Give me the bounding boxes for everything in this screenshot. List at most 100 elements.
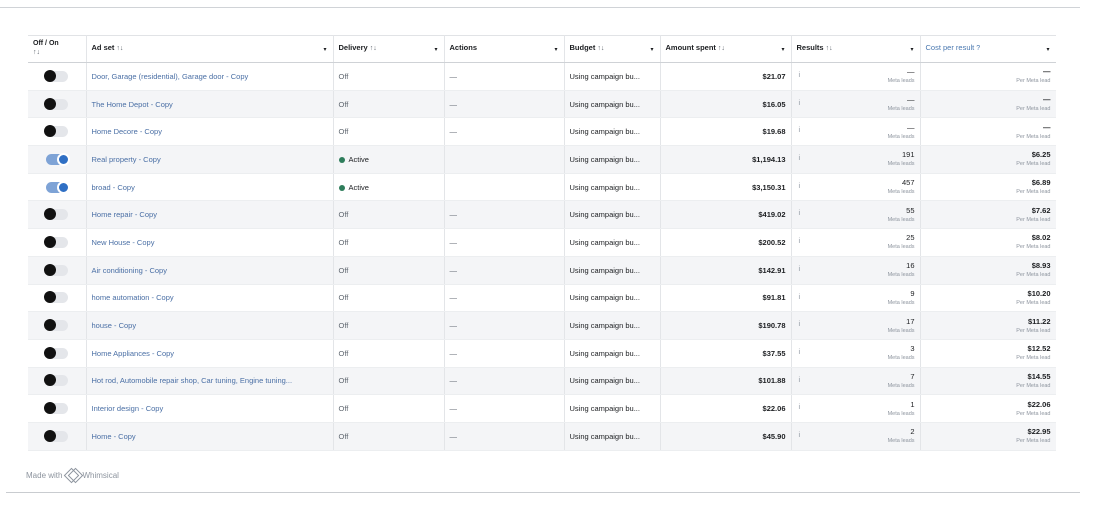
column-header-delivery[interactable]: Delivery ↑↓ ▾ bbox=[333, 35, 445, 63]
made-with-whimsical[interactable]: Made with Whimsical bbox=[26, 469, 119, 481]
chevron-down-icon[interactable]: ▾ bbox=[323, 46, 326, 53]
chevron-down-icon[interactable]: ▾ bbox=[1046, 46, 1049, 53]
on-off-toggle[interactable] bbox=[43, 319, 68, 332]
chevron-down-icon[interactable]: ▾ bbox=[781, 46, 784, 53]
budget-cell: Using campaign bu... bbox=[564, 367, 661, 396]
actions-cell: — bbox=[444, 394, 565, 423]
table-row[interactable]: The Home Depot - Copy Off — Using campaign … bbox=[28, 90, 1056, 119]
column-header-toggle[interactable]: Off / On ↑↓ bbox=[28, 35, 87, 63]
info-icon[interactable]: i bbox=[799, 127, 801, 134]
toggle-knob bbox=[43, 235, 56, 248]
column-header-adset[interactable]: Ad set ↑↓ ▾ bbox=[86, 35, 334, 63]
on-off-toggle[interactable] bbox=[43, 291, 68, 304]
table-row[interactable]: home automation - Copy Off — Using campaign… bbox=[28, 284, 1056, 313]
results-cell: i 2 Meta leads bbox=[791, 422, 921, 451]
table-row[interactable]: New House - Copy Off — Using campaign bu...… bbox=[28, 228, 1056, 257]
column-header-results[interactable]: Results ↑↓ ▾ bbox=[791, 35, 921, 63]
adset-name-link[interactable]: Home repair - Copy bbox=[86, 200, 334, 230]
on-off-toggle[interactable] bbox=[43, 402, 68, 415]
info-icon[interactable]: i bbox=[799, 377, 801, 384]
info-icon[interactable]: i bbox=[799, 432, 801, 439]
adset-name-link[interactable]: The Home Depot - Copy bbox=[86, 90, 334, 119]
table-row[interactable]: Home Appliances - Copy Off — Using campaign… bbox=[28, 339, 1056, 368]
table-row[interactable]: Interior design - Copy Off — Using campaign… bbox=[28, 394, 1056, 423]
adset-name-link[interactable]: Home - Copy bbox=[86, 422, 334, 451]
cost-per-result-unit: Per Meta lead bbox=[1016, 161, 1051, 168]
on-off-toggle[interactable] bbox=[43, 97, 68, 110]
help-icon[interactable]: ? bbox=[976, 45, 980, 52]
adset-name-link[interactable]: Door, Garage (residential), Garage door … bbox=[86, 62, 334, 91]
info-icon[interactable]: i bbox=[799, 155, 801, 162]
table-row[interactable]: Air conditioning - Copy Off — Using campaig… bbox=[28, 256, 1056, 285]
column-header-actions[interactable]: Actions ▾ bbox=[444, 35, 565, 63]
chevron-down-icon[interactable]: ▾ bbox=[554, 46, 557, 53]
table-row[interactable]: Home Decore - Copy Off — Using campaign bu.… bbox=[28, 117, 1056, 147]
results-unit: Meta leads bbox=[887, 78, 915, 85]
results-value: — bbox=[907, 67, 915, 77]
info-icon[interactable]: i bbox=[799, 238, 801, 245]
delivery-status: Off bbox=[333, 62, 445, 91]
toggle-knob bbox=[43, 374, 56, 387]
info-icon[interactable]: i bbox=[799, 321, 801, 328]
on-off-toggle[interactable] bbox=[43, 235, 68, 248]
table-row[interactable]: broad - Copy Active Using campaign bu... $3… bbox=[28, 173, 1056, 202]
table-row[interactable]: Hot rod, Automobile repair shop, Car tun… bbox=[28, 367, 1056, 396]
on-off-toggle[interactable] bbox=[43, 125, 68, 138]
table-row[interactable]: Real property - Copy Active Using campaign… bbox=[28, 145, 1056, 174]
on-off-toggle[interactable] bbox=[43, 69, 68, 82]
amount-spent-cell: $16.05 bbox=[660, 90, 792, 119]
cost-per-result-unit: Per Meta lead bbox=[1016, 355, 1051, 362]
sort-icon[interactable]: ↑↓ bbox=[33, 49, 40, 56]
on-off-toggle[interactable] bbox=[45, 180, 70, 194]
sort-icon[interactable]: ↑↓ bbox=[370, 45, 377, 52]
adset-name-link[interactable]: home automation - Copy bbox=[86, 284, 334, 313]
column-header-budget[interactable]: Budget ↑↓ ▾ bbox=[564, 35, 661, 63]
info-icon[interactable]: i bbox=[799, 183, 801, 190]
table-row[interactable]: house - Copy Off — Using campaign bu... $190… bbox=[28, 311, 1056, 340]
on-off-toggle[interactable] bbox=[43, 429, 68, 442]
adset-name-link[interactable]: house - Copy bbox=[86, 311, 334, 340]
adset-name-link[interactable]: broad - Copy bbox=[86, 173, 334, 202]
toggle-knob bbox=[43, 125, 56, 138]
adset-name-link[interactable]: Home Decore - Copy bbox=[86, 117, 334, 147]
column-header-cost-per-result[interactable]: Cost per result? ▾ bbox=[920, 35, 1056, 63]
info-icon[interactable]: i bbox=[799, 404, 801, 411]
sort-icon[interactable]: ↑↓ bbox=[826, 45, 833, 52]
chevron-down-icon[interactable]: ▾ bbox=[434, 46, 437, 53]
sort-icon[interactable]: ↑↓ bbox=[718, 45, 725, 52]
amount-spent-cell: $22.06 bbox=[660, 394, 792, 423]
info-icon[interactable]: i bbox=[799, 349, 801, 356]
adset-name-link[interactable]: Interior design - Copy bbox=[86, 394, 334, 423]
actions-cell: — bbox=[444, 422, 565, 451]
info-icon[interactable]: i bbox=[799, 294, 801, 301]
toggle-cell bbox=[28, 422, 87, 451]
column-header-amount-spent[interactable]: Amount spent ↑↓ ▾ bbox=[660, 35, 792, 63]
info-icon[interactable]: i bbox=[799, 210, 801, 217]
sort-icon[interactable]: ↑↓ bbox=[597, 45, 604, 52]
on-off-toggle[interactable] bbox=[43, 208, 68, 221]
budget-cell: Using campaign bu... bbox=[564, 394, 661, 423]
table-row[interactable]: Home repair - Copy Off — Using campaign bu.… bbox=[28, 200, 1056, 230]
cost-per-result-unit: Per Meta lead bbox=[1016, 382, 1051, 389]
cost-per-result-cell: $6.25 Per Meta lead bbox=[920, 145, 1056, 174]
table-row[interactable]: Home - Copy Off — Using campaign bu... $45.9… bbox=[28, 422, 1056, 451]
on-off-toggle[interactable] bbox=[43, 263, 68, 276]
cost-per-result-value: $22.95 bbox=[1027, 427, 1051, 437]
budget-cell: Using campaign bu... bbox=[564, 228, 661, 257]
chevron-down-icon[interactable]: ▾ bbox=[650, 46, 653, 53]
table-row[interactable]: Door, Garage (residential), Garage door … bbox=[28, 62, 1056, 91]
adset-name-link[interactable]: Hot rod, Automobile repair shop, Car tun… bbox=[86, 367, 334, 396]
results-cell: i 457 Meta leads bbox=[791, 173, 921, 202]
info-icon[interactable]: i bbox=[799, 266, 801, 273]
adset-name-link[interactable]: Real property - Copy bbox=[86, 145, 334, 174]
on-off-toggle[interactable] bbox=[45, 152, 70, 166]
on-off-toggle[interactable] bbox=[43, 374, 68, 387]
on-off-toggle[interactable] bbox=[43, 346, 68, 359]
chevron-down-icon[interactable]: ▾ bbox=[910, 46, 913, 53]
sort-icon[interactable]: ↑↓ bbox=[116, 45, 123, 52]
adset-name-link[interactable]: Air conditioning - Copy bbox=[86, 256, 334, 285]
adset-name-link[interactable]: New House - Copy bbox=[86, 228, 334, 257]
info-icon[interactable]: i bbox=[799, 72, 801, 79]
adset-name-link[interactable]: Home Appliances - Copy bbox=[86, 339, 334, 368]
info-icon[interactable]: i bbox=[799, 100, 801, 107]
